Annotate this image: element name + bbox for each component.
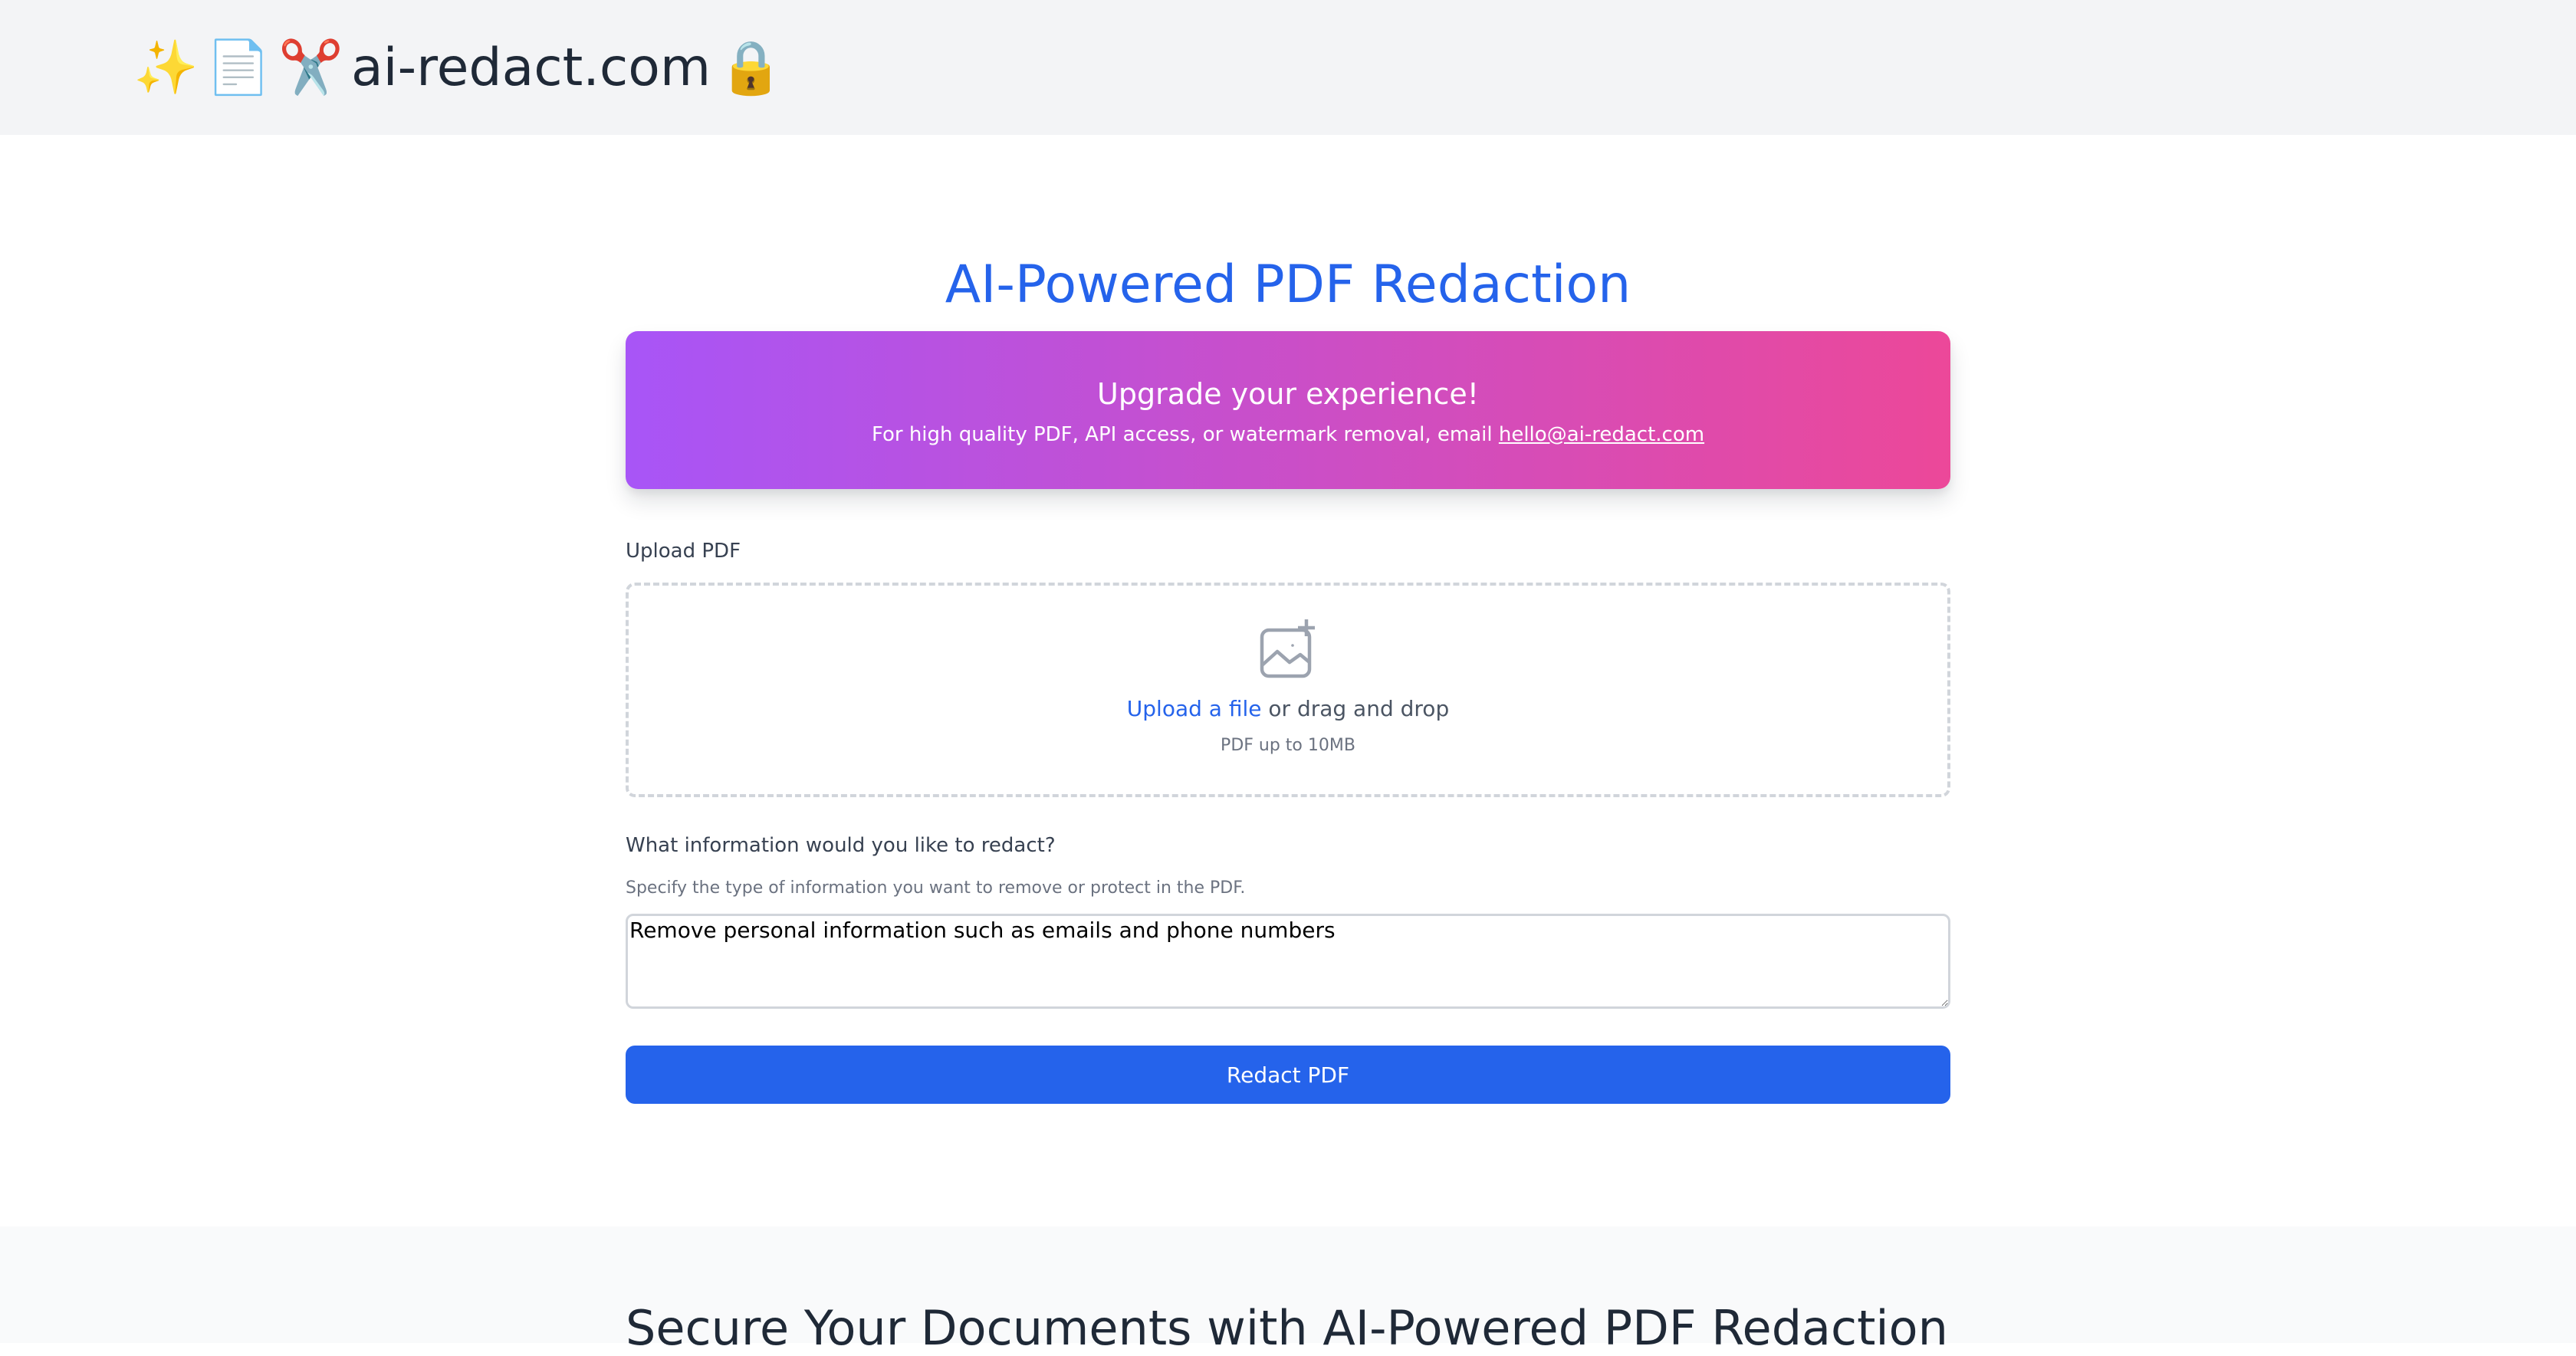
redact-instructions-input[interactable]: Remove personal information such as emai…: [626, 914, 1950, 1009]
lock-icon: 🔒: [718, 38, 784, 98]
upgrade-text: For high quality PDF, API access, or wat…: [626, 423, 1950, 446]
page-title: AI-Powered PDF Redaction: [945, 254, 1631, 315]
upgrade-banner: Upgrade your experience! For high qualit…: [626, 331, 1950, 489]
info-section: Secure Your Documents with AI-Powered PD…: [0, 1226, 2576, 1356]
upgrade-title: Upgrade your experience!: [1097, 377, 1479, 411]
redact-pdf-button[interactable]: Redact PDF: [626, 1046, 1950, 1104]
section-title: Secure Your Documents with AI-Powered PD…: [626, 1300, 1948, 1356]
upgrade-text-body: For high quality PDF, API access, or wat…: [871, 423, 1493, 446]
site-header: ✨ 📄 ✂️ ai-redact.com 🔒: [0, 0, 2576, 135]
brand-name: ai-redact.com: [351, 37, 711, 98]
file-size-hint: PDF up to 10MB: [1221, 736, 1355, 755]
sparkles-icon: ✨: [133, 38, 199, 98]
document-icon: 📄: [205, 38, 271, 98]
upload-label: Upload PDF: [626, 540, 741, 563]
upload-file-link[interactable]: Upload a file: [1127, 696, 1262, 721]
contact-email-link[interactable]: hello@ai-redact.com: [1499, 423, 1704, 446]
image-add-icon: [1260, 619, 1315, 678]
file-dropzone[interactable]: Upload a file or drag and drop PDF up to…: [626, 583, 1950, 797]
brand-logo[interactable]: ✨ 📄 ✂️ ai-redact.com 🔒: [133, 29, 784, 106]
scissors-icon: ✂️: [278, 38, 344, 98]
redact-label: What information would you like to redac…: [626, 834, 1056, 857]
drag-drop-text: or drag and drop: [1261, 696, 1450, 721]
redact-helper-text: Specify the type of information you want…: [626, 878, 1246, 898]
dropzone-prompt: Upload a file or drag and drop: [629, 696, 1947, 721]
